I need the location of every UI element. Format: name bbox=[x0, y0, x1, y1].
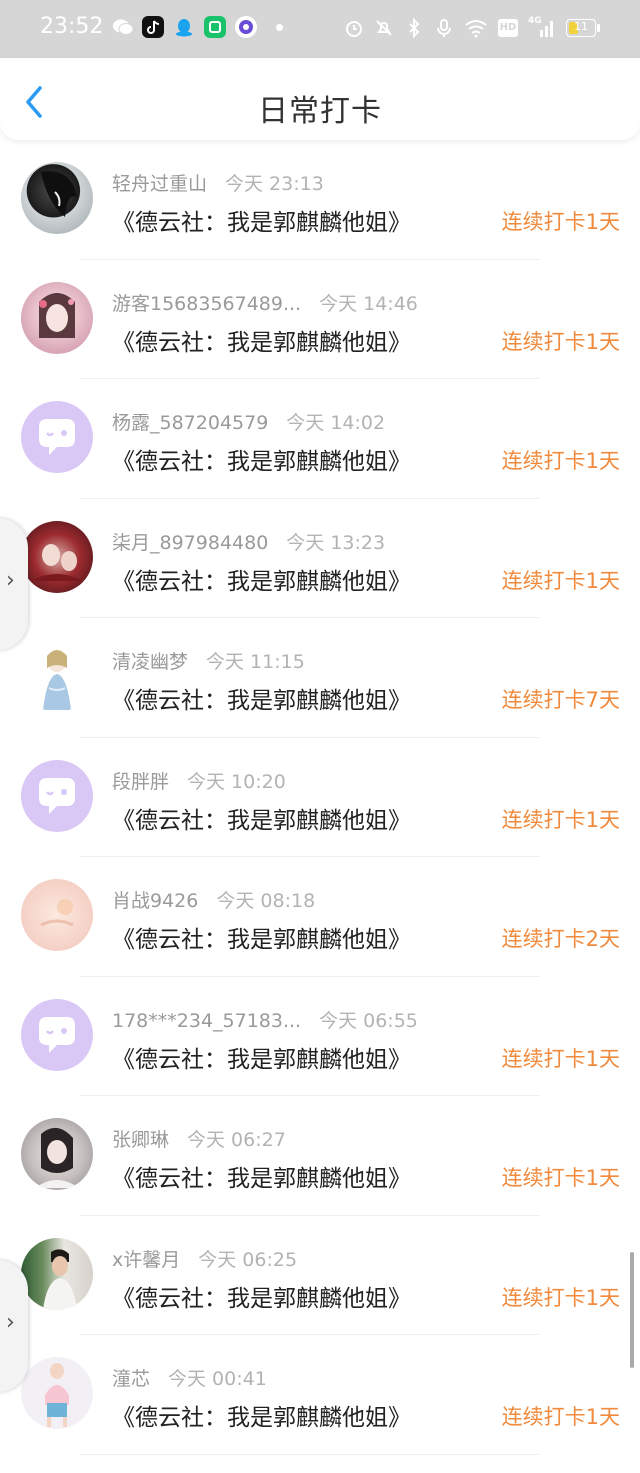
streak-label: 连续打卡1天 bbox=[501, 449, 620, 473]
status-icons: HD 4G 11 bbox=[344, 16, 600, 40]
checkin-time: 今天 00:41 bbox=[168, 1368, 267, 1390]
book-title[interactable]: 《德云社：我是郭麒麟他姐》 bbox=[112, 203, 411, 237]
chevron-right-icon: › bbox=[6, 1310, 15, 1335]
checkin-time: 今天 06:27 bbox=[187, 1129, 286, 1151]
signal-icon: 4G bbox=[528, 16, 556, 38]
list-item[interactable]: 游客15683567489... 今天 14:46 《德云社：我是郭麒麟他姐》 连… bbox=[0, 260, 640, 379]
list-item[interactable]: 柒月_897984480 今天 13:23 《德云社：我是郭麒麟他姐》 连续打卡1… bbox=[0, 499, 640, 618]
checkin-time: 今天 06:55 bbox=[319, 1009, 418, 1032]
battery-level: 11 bbox=[574, 20, 588, 33]
streak-label: 连续打卡1天 bbox=[501, 1166, 620, 1190]
list-item[interactable]: 清凌幽梦 今天 11:15 《德云社：我是郭麒麟他姐》 连续打卡7天 bbox=[0, 618, 640, 738]
book-title[interactable]: 《德云社：我是郭麒麟他姐》 bbox=[112, 801, 411, 835]
user-name[interactable]: 张卿琳 bbox=[112, 1125, 169, 1152]
scrollbar[interactable] bbox=[630, 1252, 634, 1368]
checkin-time: 今天 08:18 bbox=[216, 890, 316, 912]
list-item[interactable]: 潼芯 今天 00:41 《德云社：我是郭麒麟他姐》 连续打卡1天 bbox=[0, 1335, 640, 1455]
avatar[interactable] bbox=[21, 162, 93, 234]
list-item[interactable]: 张卿琳 今天 06:27 《德云社：我是郭麒麟他姐》 连续打卡1天 bbox=[0, 1096, 640, 1216]
list-item[interactable]: 178***234_57183... 今天 06:55 《德云社：我是郭麒麟他姐》… bbox=[0, 977, 640, 1096]
checkin-time: 今天 06:25 bbox=[198, 1248, 298, 1271]
notification-dot-icon bbox=[276, 24, 283, 31]
user-name[interactable]: 游客15683567489... bbox=[112, 289, 301, 316]
checkin-time: 今天 10:20 bbox=[187, 770, 286, 793]
chevron-right-icon: › bbox=[6, 568, 15, 593]
streak-label: 连续打卡1天 bbox=[501, 329, 620, 354]
checkin-list: 轻舟过重山 今天 23:13 《德云社：我是郭麒麟他姐》 连续打卡1天 游客156… bbox=[0, 140, 640, 1455]
streak-label: 连续打卡1天 bbox=[501, 1285, 620, 1310]
avatar[interactable] bbox=[21, 879, 93, 951]
streak-label: 连续打卡1天 bbox=[501, 807, 620, 832]
hd-icon: HD bbox=[498, 19, 518, 37]
divider bbox=[80, 1453, 540, 1455]
book-title[interactable]: 《德云社：我是郭麒麟他姐》 bbox=[112, 920, 411, 954]
wechat-icon bbox=[112, 16, 134, 38]
battery-icon: 11 bbox=[566, 19, 600, 37]
list-item[interactable]: x许馨月 今天 06:25 《德云社：我是郭麒麟他姐》 连续打卡1天 bbox=[0, 1216, 640, 1335]
microphone-icon bbox=[434, 18, 454, 38]
page-title: 日常打卡 bbox=[258, 94, 382, 129]
user-name[interactable]: 肖战9426 bbox=[112, 886, 198, 913]
user-name[interactable]: 178***234_57183... bbox=[112, 1010, 301, 1032]
checkin-time: 今天 23:13 bbox=[225, 173, 324, 195]
streak-label: 连续打卡1天 bbox=[501, 568, 620, 593]
user-name[interactable]: 清凌幽梦 bbox=[112, 647, 188, 674]
user-name[interactable]: 潼芯 bbox=[112, 1364, 150, 1391]
checkin-time: 今天 13:23 bbox=[286, 531, 386, 554]
default-avatar-icon[interactable] bbox=[21, 759, 93, 832]
side-drawer-handle[interactable]: › bbox=[0, 518, 28, 650]
avatar[interactable] bbox=[21, 520, 93, 593]
user-name[interactable]: x许馨月 bbox=[112, 1245, 180, 1272]
user-name[interactable]: 柒月_897984480 bbox=[112, 528, 268, 555]
book-title[interactable]: 《德云社：我是郭麒麟他姐》 bbox=[112, 323, 411, 357]
bluetooth-icon bbox=[404, 17, 424, 39]
streak-label: 连续打卡2天 bbox=[501, 927, 620, 951]
alarm-icon bbox=[344, 18, 364, 38]
default-avatar-icon[interactable] bbox=[21, 401, 93, 473]
book-title[interactable]: 《德云社：我是郭麒麟他姐》 bbox=[112, 1159, 411, 1193]
mute-bell-icon bbox=[374, 18, 394, 38]
book-title[interactable]: 《德云社：我是郭麒麟他姐》 bbox=[112, 681, 411, 715]
avatar[interactable] bbox=[21, 1237, 93, 1310]
user-name[interactable]: 段胖胖 bbox=[112, 767, 169, 794]
status-bar: 23:52 HD 4G 11 bbox=[0, 0, 640, 58]
streak-label: 连续打卡7天 bbox=[501, 688, 620, 712]
network-type-label: 4G bbox=[528, 16, 542, 26]
streak-label: 连续打卡1天 bbox=[501, 1405, 620, 1429]
avatar[interactable] bbox=[21, 640, 93, 712]
checkin-time: 今天 11:15 bbox=[206, 651, 305, 673]
book-title[interactable]: 《德云社：我是郭麒麟他姐》 bbox=[112, 1279, 411, 1313]
book-title[interactable]: 《德云社：我是郭麒麟他姐》 bbox=[112, 562, 411, 596]
checkin-time: 今天 14:46 bbox=[319, 292, 418, 315]
user-name[interactable]: 轻舟过重山 bbox=[112, 169, 207, 196]
avatar[interactable] bbox=[21, 281, 93, 354]
list-item[interactable]: 轻舟过重山 今天 23:13 《德云社：我是郭麒麟他姐》 连续打卡1天 bbox=[0, 140, 640, 260]
avatar[interactable] bbox=[21, 1357, 93, 1429]
checkin-time: 今天 14:02 bbox=[286, 412, 386, 434]
qq-icon bbox=[173, 16, 195, 38]
side-drawer-handle[interactable]: › bbox=[0, 1260, 28, 1392]
list-item[interactable]: 段胖胖 今天 10:20 《德云社：我是郭麒麟他姐》 连续打卡1天 bbox=[0, 738, 640, 857]
default-avatar-icon[interactable] bbox=[21, 998, 93, 1071]
list-item[interactable]: 肖战9426 今天 08:18 《德云社：我是郭麒麟他姐》 连续打卡2天 bbox=[0, 857, 640, 977]
streak-label: 连续打卡1天 bbox=[501, 1046, 620, 1071]
app-icon bbox=[235, 16, 257, 38]
avatar[interactable] bbox=[21, 1118, 93, 1190]
book-title[interactable]: 《德云社：我是郭麒麟他姐》 bbox=[112, 1398, 411, 1432]
header: 日常打卡 bbox=[0, 58, 640, 140]
status-time: 23:52 bbox=[40, 14, 104, 39]
user-name[interactable]: 杨露_587204579 bbox=[112, 408, 268, 435]
wifi-icon bbox=[464, 18, 488, 38]
book-title[interactable]: 《德云社：我是郭麒麟他姐》 bbox=[112, 1040, 411, 1074]
tiktok-icon bbox=[142, 16, 164, 38]
wallet-app-icon bbox=[204, 16, 226, 38]
list-item[interactable]: 杨露_587204579 今天 14:02 《德云社：我是郭麒麟他姐》 连续打卡1… bbox=[0, 379, 640, 499]
book-title[interactable]: 《德云社：我是郭麒麟他姐》 bbox=[112, 442, 411, 476]
streak-label: 连续打卡1天 bbox=[501, 210, 620, 234]
